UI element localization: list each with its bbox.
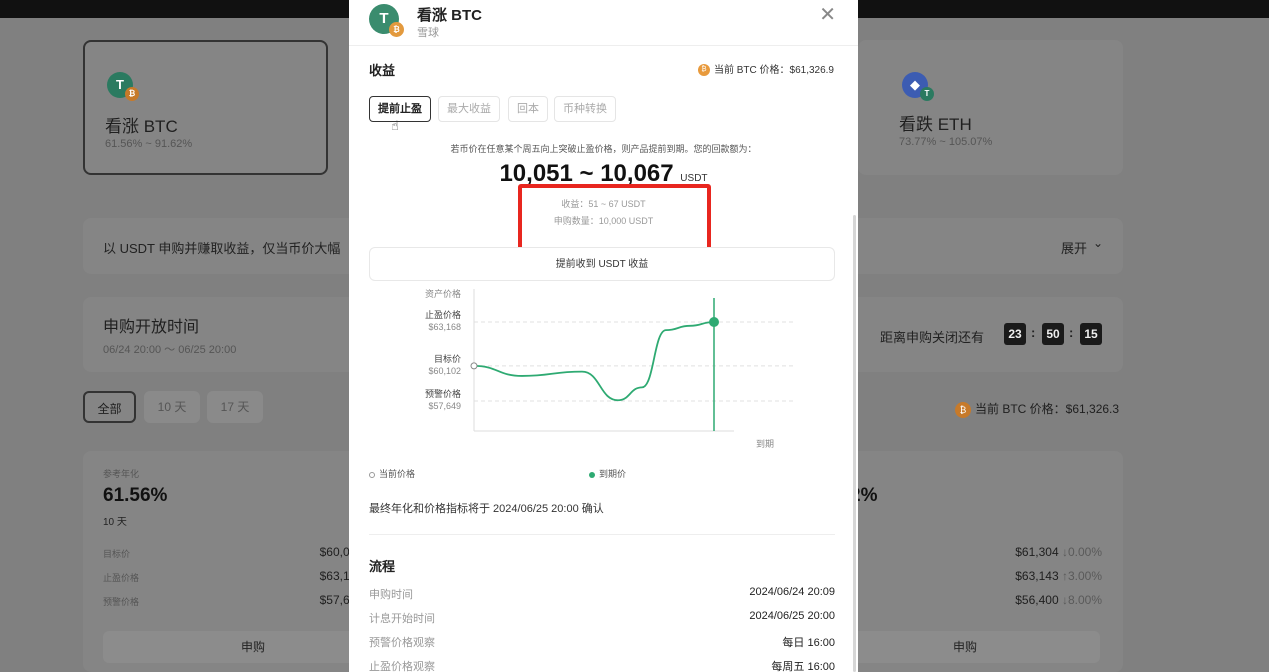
row-label: 目标价 <box>103 549 131 559</box>
bitcoin-icon: ₿ <box>697 64 710 77</box>
row-delta: ↓8.00% <box>1061 593 1102 607</box>
bitcoin-icon: ₿ <box>389 22 404 37</box>
x-axis-end-label: 到期 <box>756 438 774 449</box>
flow-key: 申购时间 <box>369 589 413 601</box>
modal-title: 看涨 BTC <box>417 7 482 24</box>
product-detail-left: 参考年化 61.56% 10 天 目标价 $60,078 止盈价格 $63,14… <box>83 451 403 672</box>
flow-value: 2024/06/25 20:00 <box>749 610 835 622</box>
return-unit: USDT <box>680 173 708 184</box>
btc-price-text: 当前 BTC 价格：$61,326.9 <box>713 65 834 76</box>
current-price-bg: ₿ 当前 BTC 价格：$61,326.3 <box>955 400 1119 418</box>
product-card-btc-up[interactable]: T ₿ 看涨 BTC 61.56% ~ 91.62% <box>83 40 328 175</box>
legend-expiry-label: 到期价 <box>599 469 627 479</box>
ethereum-icon: ◆ T <box>902 72 934 101</box>
final-note: 最终年化和价格指标将于 2024/06/25 20:00 确认 <box>369 503 604 515</box>
level-value: $63,168 <box>428 322 461 332</box>
level-value: $57,649 <box>428 401 461 411</box>
y-axis-label: 资产价格 <box>425 288 461 299</box>
term-value: 10 天 <box>103 517 127 528</box>
countdown-seconds: 15 <box>1080 323 1102 345</box>
filter-all[interactable]: 全部 <box>83 391 136 423</box>
row-price: $63,143 <box>1015 569 1059 583</box>
flow-value: 2024/06/24 20:09 <box>749 586 835 598</box>
flow-value: 每周五 16:00 <box>771 661 835 672</box>
subscribe-button[interactable]: 申购 <box>830 631 1100 663</box>
legend-current-price: 当前价格 <box>369 467 415 480</box>
price-chart: 资产价格到期 止盈价格 $63,168 目标价 $60,102 预警价格 $57,649 <box>425 288 794 449</box>
product-card-eth-down[interactable]: ◆ T 看跌 ETH 73.77% ~ 105.07% <box>858 40 1123 175</box>
countdown-hours: 23 <box>1004 323 1026 345</box>
modal-subtitle: 雪球 <box>417 27 439 39</box>
btc-price: ₿ 当前 BTC 价格：$61,326.9 <box>697 61 834 77</box>
flow-key: 计息开始时间 <box>369 613 435 625</box>
card-name: 看跌 ETH <box>899 115 972 134</box>
legend-expiry-price: 到期价 <box>589 467 626 480</box>
legend-current-label: 当前价格 <box>379 469 416 479</box>
row-value: $63,143 ↑3.00% <box>960 569 1102 583</box>
payout-description: 若币价在任意某个周五向上突破止盈价格，则产品提前到期。您的回款额为： <box>450 144 757 154</box>
start-point-marker <box>470 362 478 370</box>
early-income-button[interactable]: 提前收到 USDT 收益 <box>369 247 835 281</box>
bitcoin-icon: ₿ <box>955 401 971 418</box>
colon: : <box>1069 325 1074 340</box>
row-price: $61,304 <box>1015 545 1059 559</box>
cursor-hand-icon: ☝ <box>391 118 399 133</box>
tether-icon: T ₿ <box>369 4 404 37</box>
price-path <box>473 321 715 402</box>
row-label: 预警价格 <box>103 597 140 607</box>
modal-header: T ₿ 看涨 BTC 雪球 ✕ <box>349 0 858 46</box>
row-label: 止盈价格 <box>103 573 140 583</box>
card-range: 61.56% ~ 91.62% <box>105 138 193 150</box>
tether-icon: T ₿ <box>107 72 139 101</box>
tab-break-even[interactable]: 回本 <box>508 96 548 122</box>
flow-key: 止盈价格观察 <box>369 661 435 672</box>
row-delta: ↓0.00% <box>1061 545 1102 559</box>
chevron-down-icon: ⌄ <box>1093 236 1104 250</box>
expand-button[interactable]: 展开 <box>1061 238 1087 257</box>
flow-key: 预警价格观察 <box>369 637 435 649</box>
card-name: 看涨 BTC <box>105 117 178 136</box>
expiry-point-marker <box>709 317 719 327</box>
row-value: $61,304 ↓0.00% <box>960 545 1102 559</box>
level-name: 预警价格 <box>425 388 461 399</box>
product-detail-right: 2% $61,304 ↓0.00% $63,143 ↑3.00% $56,400… <box>830 451 1123 672</box>
return-range-value: 10,051 ~ 10,067 <box>499 160 674 187</box>
apy-value: 61.56% <box>103 485 168 506</box>
row-value: $56,400 ↓8.00% <box>960 593 1102 607</box>
modal-scrollbar[interactable] <box>853 215 856 672</box>
product-modal: T ₿ 看涨 BTC 雪球 ✕ 收益 ₿ 当前 BTC 价格：$61,326.9 提… <box>349 0 858 672</box>
flow-value: 每日 16:00 <box>782 637 835 649</box>
divider <box>369 534 835 535</box>
highlight-box <box>518 184 711 254</box>
card-range: 73.77% ~ 105.07% <box>899 136 993 148</box>
filter-17-days[interactable]: 17 天 <box>207 391 263 423</box>
tab-early-profit[interactable]: 提前止盈 <box>369 96 431 122</box>
income-section-title: 收益 <box>369 63 396 78</box>
level-name: 目标价 <box>434 353 461 364</box>
hollow-dot-icon <box>369 471 375 478</box>
ref-apy-label: 参考年化 <box>103 469 140 479</box>
subscribe-range: 06/24 20:00 ～ 06/25 20:00 <box>103 344 237 356</box>
close-icon[interactable]: ✕ <box>819 2 836 27</box>
filter-10-days[interactable]: 10 天 <box>144 391 200 423</box>
subscribe-title: 申购开放时间 <box>103 319 200 336</box>
flow-title: 流程 <box>369 559 396 574</box>
filled-dot-icon <box>589 471 595 478</box>
current-price-text: 当前 BTC 价格：$61,326.3 <box>975 402 1120 416</box>
row-delta: ↑3.00% <box>1061 569 1102 583</box>
banner-text: 以 USDT 申购并赚取收益，仅当币价大幅 <box>103 241 341 256</box>
countdown-label: 距离申购关闭还有 <box>880 330 985 345</box>
level-name: 止盈价格 <box>425 309 461 320</box>
countdown-minutes: 50 <box>1042 323 1064 345</box>
level-value: $60,102 <box>428 366 461 376</box>
tab-max-income[interactable]: 最大收益 <box>438 96 500 122</box>
tab-currency-convert[interactable]: 币种转换 <box>554 96 616 122</box>
row-price: $56,400 <box>1015 593 1059 607</box>
colon: : <box>1031 325 1036 340</box>
